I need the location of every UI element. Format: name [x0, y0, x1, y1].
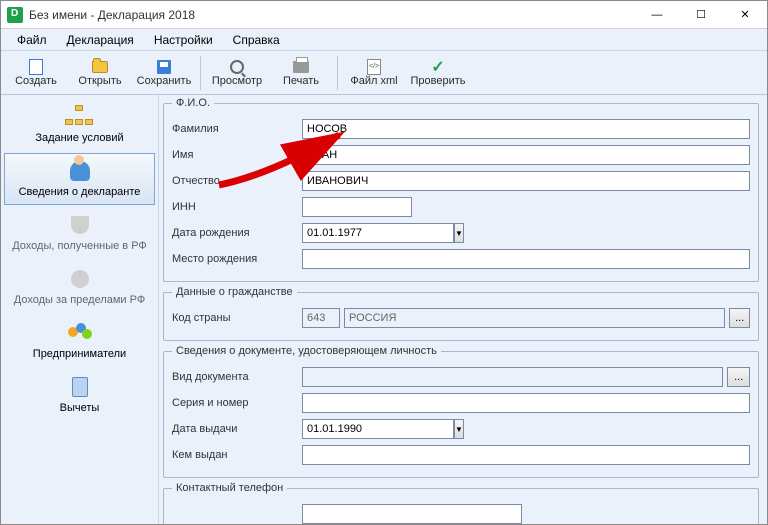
label-inn: ИНН	[172, 201, 302, 213]
input-patronymic[interactable]	[302, 171, 750, 191]
doc-type-lookup-button[interactable]: ...	[727, 367, 750, 387]
input-issue-date[interactable]	[302, 419, 454, 439]
menu-declaration[interactable]: Декларация	[59, 31, 142, 49]
window-controls: — ☐ ✕	[635, 1, 767, 29]
app-window: Без имени - Декларация 2018 — ☐ ✕ Файл Д…	[0, 0, 768, 525]
input-name[interactable]	[302, 145, 750, 165]
toolbar-create-button[interactable]: Создать	[5, 53, 67, 93]
body-area: Задание условий Сведения о декларанте До…	[1, 95, 767, 524]
fieldset-document: Сведения о документе, удостоверяющем лич…	[163, 345, 759, 478]
input-inn[interactable]	[302, 197, 412, 217]
toolbar-check-button[interactable]: ✓ Проверить	[407, 53, 469, 93]
toolbar-print-button[interactable]: Печать	[270, 53, 332, 93]
input-issued-by[interactable]	[302, 445, 750, 465]
label-doc-series: Серия и номер	[172, 397, 302, 409]
input-birthplace[interactable]	[302, 249, 750, 269]
label-birthplace: Место рождения	[172, 253, 302, 265]
legend-citizenship: Данные о гражданстве	[172, 286, 297, 298]
window-title: Без имени - Декларация 2018	[29, 8, 635, 22]
menu-help[interactable]: Справка	[225, 31, 288, 49]
sidebar-item-entrepreneurs[interactable]: Предприниматели	[4, 315, 155, 367]
person-icon	[64, 158, 96, 184]
toolbar-xml-button[interactable]: Файл xml	[343, 53, 405, 93]
content-wrap: Ф.И.О. Фамилия Имя Отчество ИНН	[159, 95, 767, 524]
fieldset-fio: Ф.И.О. Фамилия Имя Отчество ИНН	[163, 97, 759, 282]
save-disk-icon	[155, 59, 173, 75]
fieldset-contact: Контактный телефон	[163, 482, 759, 524]
label-birthdate: Дата рождения	[172, 227, 302, 239]
legend-document: Сведения о документе, удостоверяющем лич…	[172, 345, 441, 357]
label-surname: Фамилия	[172, 123, 302, 135]
input-surname[interactable]	[302, 119, 750, 139]
legend-fio: Ф.И.О.	[172, 97, 214, 109]
input-country-code	[302, 308, 340, 328]
xml-file-icon	[365, 59, 383, 75]
sidebar-item-income-rf[interactable]: Доходы, полученные в РФ	[4, 207, 155, 259]
country-lookup-button[interactable]: ...	[729, 308, 750, 328]
input-contact-phone[interactable]	[302, 504, 522, 524]
label-issued-by: Кем выдан	[172, 449, 302, 461]
calculator-icon	[64, 374, 96, 400]
input-doc-type	[302, 367, 723, 387]
menu-file[interactable]: Файл	[9, 31, 55, 49]
minimize-button[interactable]: —	[635, 1, 679, 29]
menubar: Файл Декларация Настройки Справка	[1, 29, 767, 51]
birthdate-dropdown-button[interactable]: ▼	[454, 223, 464, 243]
sidebar-item-deductions[interactable]: Вычеты	[4, 369, 155, 421]
maximize-button[interactable]: ☐	[679, 1, 723, 29]
toolbar: Создать Открыть Сохранить Просмотр Печат…	[1, 51, 767, 95]
new-file-icon	[27, 59, 45, 75]
titlebar: Без имени - Декларация 2018 — ☐ ✕	[1, 1, 767, 29]
magnifier-icon	[228, 59, 246, 75]
label-issue-date: Дата выдачи	[172, 423, 302, 435]
form-content: Ф.И.О. Фамилия Имя Отчество ИНН	[159, 95, 767, 524]
folder-open-icon	[91, 59, 109, 75]
toolbar-preview-button[interactable]: Просмотр	[206, 53, 268, 93]
close-button[interactable]: ✕	[723, 1, 767, 29]
sidebar-item-declarant[interactable]: Сведения о декларанте	[4, 153, 155, 205]
fieldset-citizenship: Данные о гражданстве Код страны ...	[163, 286, 759, 341]
toolbar-separator	[200, 56, 201, 90]
label-doc-type: Вид документа	[172, 371, 302, 383]
globe-icon	[64, 266, 96, 292]
money-bag-icon	[64, 212, 96, 238]
label-patronymic: Отчество	[172, 175, 302, 187]
input-country-name	[344, 308, 725, 328]
label-country-code: Код страны	[172, 312, 302, 324]
sidebar-item-income-abroad[interactable]: Доходы за пределами РФ	[4, 261, 155, 313]
menu-settings[interactable]: Настройки	[146, 31, 221, 49]
issue-date-dropdown-button[interactable]: ▼	[454, 419, 464, 439]
toolbar-save-button[interactable]: Сохранить	[133, 53, 195, 93]
input-birthdate[interactable]	[302, 223, 454, 243]
app-icon	[7, 7, 23, 23]
label-name: Имя	[172, 149, 302, 161]
toolbar-open-button[interactable]: Открыть	[69, 53, 131, 93]
sidebar-item-conditions[interactable]: Задание условий	[4, 99, 155, 151]
printer-icon	[292, 59, 310, 75]
legend-contact: Контактный телефон	[172, 482, 287, 494]
sidebar: Задание условий Сведения о декларанте До…	[1, 95, 159, 524]
toolbar-separator	[337, 56, 338, 90]
group-icon	[64, 320, 96, 346]
org-chart-icon	[64, 104, 96, 130]
checkmark-icon: ✓	[429, 59, 447, 75]
input-doc-series[interactable]	[302, 393, 750, 413]
